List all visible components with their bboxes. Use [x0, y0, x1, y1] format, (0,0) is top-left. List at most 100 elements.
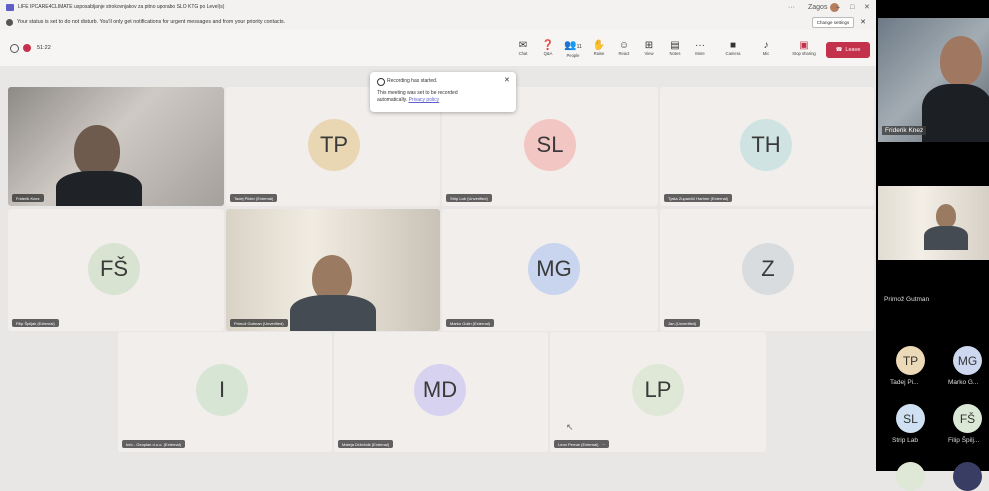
camera-icon: ■ — [729, 40, 737, 51]
participant-tile[interactable]: I Info - Geoplan d.o.o. (External) — [118, 332, 332, 452]
avatar: TP — [896, 346, 925, 375]
video-tile[interactable]: Primož Gutman (Unverified) — [226, 209, 440, 331]
participant-body — [922, 84, 989, 142]
participant-video — [940, 36, 982, 86]
participant-video — [74, 125, 120, 177]
dnd-status-icon — [6, 18, 13, 26]
change-settings-button[interactable]: Change settings — [812, 17, 854, 28]
raise-hand-icon: ✋ — [592, 40, 606, 51]
participant-name: Friderik Knez — [12, 194, 44, 202]
more-icon: ··· — [695, 40, 705, 51]
mouse-cursor-icon: ↖ — [566, 422, 574, 432]
people-icon: 👥11 — [564, 40, 582, 51]
notice-text: Your status is set to do not disturb. Yo… — [17, 19, 286, 25]
more-options-icon[interactable]: ··· — [601, 442, 605, 447]
participant-tile[interactable]: TH Tjaša Zupančič Hartner (External) — [660, 87, 874, 206]
avatar-label: Filip Špilj... — [948, 437, 980, 444]
participant-name: Tadej Pilder (External) — [230, 194, 278, 202]
participant-name: Filip Špiljak (External) — [12, 319, 59, 327]
avatar: TP — [308, 119, 360, 171]
side-preview-panel: Friderik Knez Primož Gutman TP Tadej Pi.… — [876, 0, 989, 491]
participant-name: Strip Lab (Unverified) — [446, 194, 492, 202]
close-toast-button[interactable]: ✕ — [504, 76, 510, 84]
avatar-label: Marko G... — [948, 379, 979, 386]
avatar: I — [196, 364, 248, 416]
leave-button[interactable]: ☎ Leave — [826, 42, 870, 58]
camera-button[interactable]: ■ Camera — [722, 40, 744, 56]
chat-icon: ✉ — [518, 40, 528, 51]
maximize-button[interactable]: □ — [850, 0, 854, 14]
people-button[interactable]: 👥11 People — [562, 40, 584, 58]
avatar: SL — [524, 119, 576, 171]
view-icon: ⊞ — [644, 40, 654, 51]
privacy-policy-link[interactable]: Privacy policy — [409, 97, 440, 103]
participant-tile[interactable]: LP Leon Pernar (External) ··· ↖ — [550, 332, 766, 452]
toast-title: Recording has started. — [387, 78, 438, 84]
participant-body — [56, 171, 142, 206]
recording-toast: Recording has started. ✕ This meeting wa… — [370, 72, 516, 112]
second-video — [878, 186, 989, 260]
avatar: TH — [740, 119, 792, 171]
account-name[interactable]: Zagos — [808, 0, 840, 14]
more-options-button[interactable]: ··· — [788, 0, 795, 14]
avatar: MD — [414, 364, 466, 416]
participant-name: Jan (Unverified) — [664, 319, 701, 327]
participant-body — [924, 226, 968, 250]
chat-button[interactable]: ✉ Chat — [512, 40, 534, 56]
raise-hand-button[interactable]: ✋ Raise — [588, 40, 610, 56]
avatar: FŠ — [88, 243, 140, 295]
participant-tile[interactable]: MD Mateja Držečnik (External) — [334, 332, 548, 452]
avatar — [896, 462, 925, 491]
participant-video — [936, 204, 956, 228]
phone-icon: ☎ — [835, 47, 843, 53]
meeting-timer: 51:22 — [37, 45, 51, 51]
avatar-label: Tadej Pi... — [890, 379, 919, 386]
react-icon: ☺ — [618, 40, 630, 51]
more-button[interactable]: ··· More — [689, 40, 711, 56]
avatar: MG — [953, 346, 982, 375]
qa-button[interactable]: ❓ Q&A — [537, 40, 559, 56]
participant-name: Primož Gutman (Unverified) — [230, 319, 288, 327]
participant-tile[interactable]: FŠ Filip Špiljak (External) — [8, 209, 224, 331]
participant-name: Leon Pernar (External) ··· — [554, 440, 610, 448]
toast-body: This meeting was set to be recorded auto… — [377, 90, 458, 103]
minimize-button[interactable]: – — [836, 0, 840, 14]
recording-icon — [23, 44, 31, 52]
speaker-video: Friderik Knez — [878, 18, 989, 142]
teams-logo-icon — [6, 3, 14, 11]
close-notice-button[interactable]: ✕ — [858, 17, 868, 26]
notes-button[interactable]: ▤ Notes — [664, 40, 686, 56]
view-button[interactable]: ⊞ View — [638, 40, 660, 56]
meeting-stage: Friderik Knez TP Tadej Pilder (External)… — [0, 66, 876, 471]
participant-body — [290, 295, 376, 331]
second-video-name: Primož Gutman — [884, 296, 930, 303]
avatar — [953, 462, 982, 491]
participant-name: Marko Golin (External) — [446, 319, 495, 327]
meeting-toolbar: 51:22 ✉ Chat ❓ Q&A 👥11 People ✋ Raise ☺ React… — [0, 30, 876, 67]
video-tile[interactable]: Friderik Knez — [8, 87, 224, 206]
avatar: SL — [896, 404, 925, 433]
window-title: LIFE IPCARE4CLIMATE usposabljanje stroko… — [18, 4, 225, 10]
stop-sharing-button[interactable]: ▣ Stop sharing — [790, 40, 818, 56]
notes-icon: ▤ — [670, 40, 680, 51]
avatar: FŠ — [953, 404, 982, 433]
mic-button[interactable]: ♪ Mic — [755, 40, 777, 56]
share-icon: ▣ — [799, 40, 809, 51]
participant-name: Tjaša Zupančič Hartner (External) — [664, 194, 733, 202]
participant-name: Info - Geoplan d.o.o. (External) — [122, 440, 185, 448]
participant-tile[interactable]: Z Jan (Unverified) — [660, 209, 874, 331]
mic-icon: ♪ — [763, 40, 769, 51]
avatar: MG — [528, 243, 580, 295]
title-bar: LIFE IPCARE4CLIMATE usposabljanje stroko… — [0, 0, 876, 14]
participant-tile[interactable]: MG Marko Golin (External) — [442, 209, 658, 331]
shield-icon — [10, 44, 19, 53]
dnd-notice-bar: Your status is set to do not disturb. Yo… — [0, 14, 876, 31]
avatar: Z — [742, 243, 794, 295]
avatar: LP — [632, 364, 684, 416]
avatar-label: Strip Lab — [892, 437, 919, 444]
participant-name: Mateja Držečnik (External) — [338, 440, 394, 448]
speaker-name: Friderik Knez — [882, 126, 927, 135]
react-button[interactable]: ☺ React — [613, 40, 635, 56]
qa-icon: ❓ — [541, 40, 555, 51]
close-window-button[interactable]: ✕ — [864, 0, 870, 14]
